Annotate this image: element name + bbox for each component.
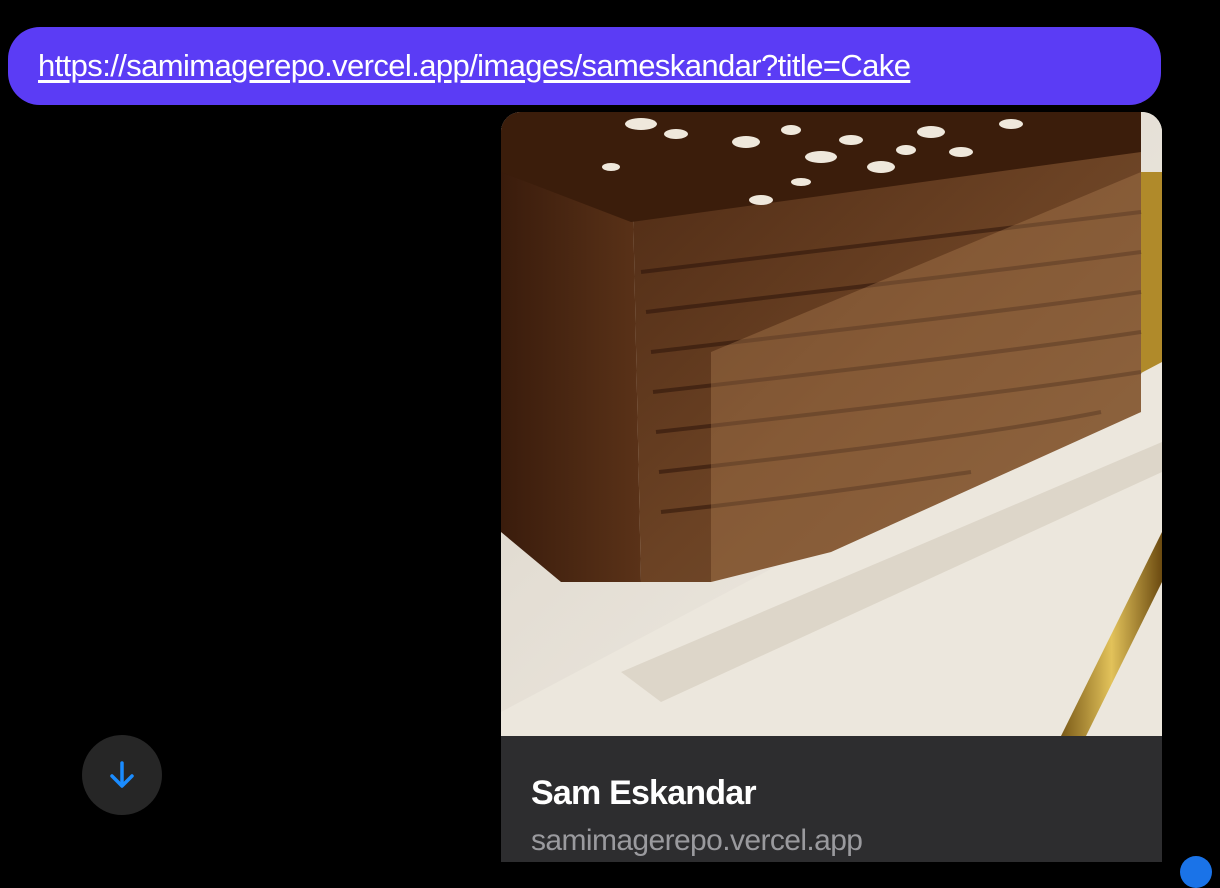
link-preview-domain: samimagerepo.vercel.app bbox=[531, 824, 863, 857]
arrow-down-icon bbox=[110, 761, 134, 788]
cake-photo-icon bbox=[501, 112, 1162, 736]
link-preview-info: Sam Eskandar samimagerepo.vercel.app bbox=[501, 736, 1162, 862]
link-preview-card[interactable]: Sam Eskandar samimagerepo.vercel.app bbox=[501, 112, 1162, 862]
partial-avatar-icon[interactable] bbox=[1180, 856, 1212, 888]
scroll-to-bottom-button[interactable] bbox=[82, 735, 162, 815]
link-preview-title: Sam Eskandar bbox=[531, 774, 757, 812]
message-link[interactable]: https://samimagerepo.vercel.app/images/s… bbox=[38, 48, 911, 84]
link-preview-image[interactable] bbox=[501, 112, 1162, 736]
message-link-bubble[interactable]: https://samimagerepo.vercel.app/images/s… bbox=[8, 27, 1161, 105]
